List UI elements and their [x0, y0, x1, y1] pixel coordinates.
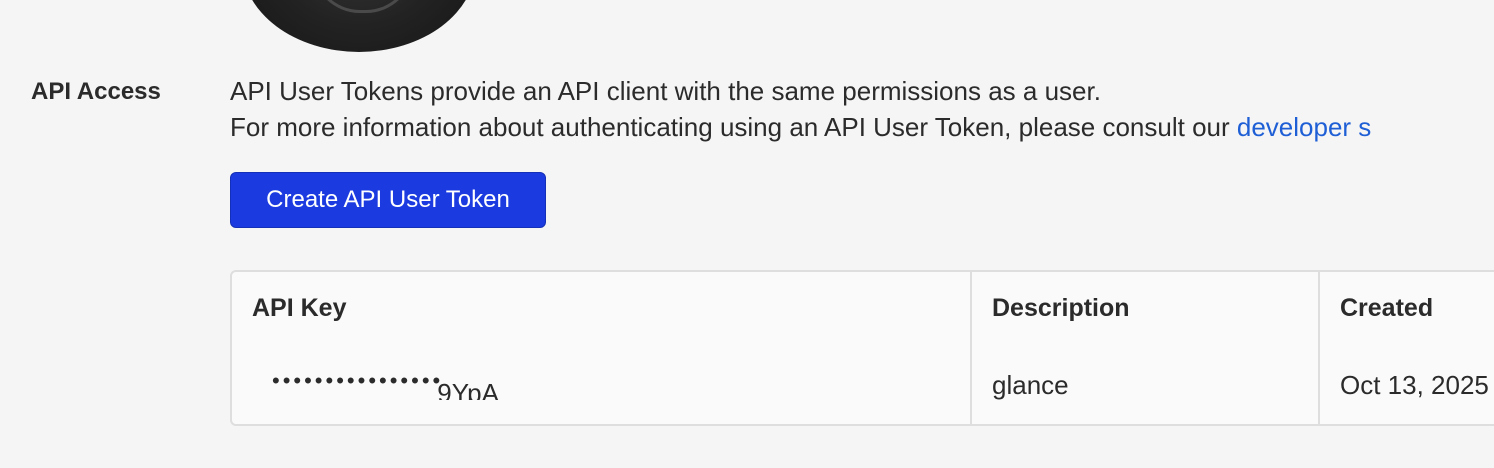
api-token-description: API User Tokens provide an API client wi…: [230, 76, 1101, 106]
api-token-info-text: For more information about authenticatin…: [230, 112, 1237, 142]
api-key-tail: 9YpA: [437, 378, 499, 400]
api-key-header: API Key: [252, 294, 347, 322]
api-token-info: For more information about authenticatin…: [230, 112, 1371, 143]
api-key-mask: ••••••••••••••••: [272, 368, 444, 393]
user-avatar: [242, 0, 476, 52]
section-label-api-access: API Access: [31, 78, 161, 105]
api-tokens-table: API Key ••••••••••••••••9YpA Description…: [230, 270, 1494, 426]
description-header: Description: [992, 294, 1130, 322]
api-key-value[interactable]: ••••••••••••••••9YpA: [272, 366, 499, 400]
token-created-cell: Oct 13, 2025: [1340, 370, 1489, 400]
developer-docs-link[interactable]: developer s: [1237, 112, 1371, 142]
create-api-user-token-button[interactable]: Create API User Token: [230, 172, 546, 228]
description-column: Description glance: [970, 272, 1320, 424]
created-column: Created Oct 13, 2025: [1318, 272, 1494, 424]
created-header: Created: [1340, 294, 1434, 322]
avatar-collar: [312, 0, 414, 13]
token-description-cell: glance: [992, 370, 1069, 400]
api-key-column: API Key ••••••••••••••••9YpA: [232, 272, 970, 424]
